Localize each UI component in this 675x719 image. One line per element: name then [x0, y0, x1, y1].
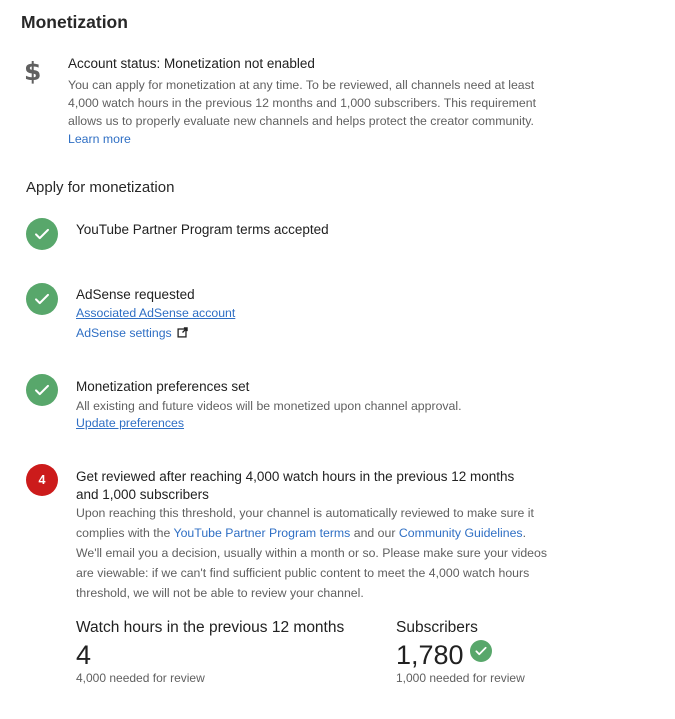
check-circle-icon: [26, 283, 58, 315]
ypp-terms-link[interactable]: YouTube Partner Program terms: [174, 526, 351, 540]
subscribers-note: 1,000 needed for review: [396, 671, 525, 685]
community-guidelines-link[interactable]: Community Guidelines: [399, 526, 523, 540]
account-status-description: You can apply for monetization at any ti…: [68, 76, 538, 148]
step-number-badge: 4: [26, 464, 58, 496]
external-link-icon: [177, 327, 188, 341]
step-preferences-title: Monetization preferences set: [76, 379, 250, 394]
account-status-heading: Account status: Monetization not enabled: [68, 56, 315, 71]
check-circle-icon: [469, 640, 492, 662]
update-preferences-link[interactable]: Update preferences: [76, 416, 184, 430]
account-status-text: You can apply for monetization at any ti…: [68, 78, 537, 128]
subscribers-value: 1,780: [396, 640, 464, 670]
check-circle-icon: [26, 218, 58, 250]
learn-more-link[interactable]: Learn more: [68, 132, 131, 146]
monetization-page: Monetization $ Account status: Monetizat…: [0, 0, 675, 719]
step-review-title-line1: Get reviewed after reaching 4,000 watch …: [76, 469, 515, 484]
subscribers-label: Subscribers: [396, 619, 478, 636]
review-text-part2: and our: [350, 526, 399, 540]
check-circle-icon: [26, 374, 58, 406]
adsense-settings-row: AdSense settings: [76, 326, 188, 341]
step-review-title-line2: and 1,000 subscribers: [76, 487, 209, 502]
associated-adsense-account-link[interactable]: Associated AdSense account: [76, 306, 235, 320]
step-review-title: Get reviewed after reaching 4,000 watch …: [76, 468, 546, 504]
step-ypp-terms-title: YouTube Partner Program terms accepted: [76, 222, 329, 237]
step-preferences-text: All existing and future videos will be m…: [76, 399, 462, 413]
step-adsense-title: AdSense requested: [76, 287, 195, 302]
subscribers-value-row: 1,780: [396, 640, 492, 671]
apply-heading: Apply for monetization: [26, 179, 175, 196]
dollar-icon: $: [24, 57, 42, 86]
watch-hours-note: 4,000 needed for review: [76, 671, 205, 685]
page-title: Monetization: [21, 12, 128, 32]
watch-hours-label: Watch hours in the previous 12 months: [76, 619, 345, 636]
adsense-settings-link[interactable]: AdSense settings: [76, 326, 172, 340]
step-review-text: Upon reaching this threshold, your chann…: [76, 503, 554, 603]
watch-hours-value: 4: [76, 640, 92, 670]
